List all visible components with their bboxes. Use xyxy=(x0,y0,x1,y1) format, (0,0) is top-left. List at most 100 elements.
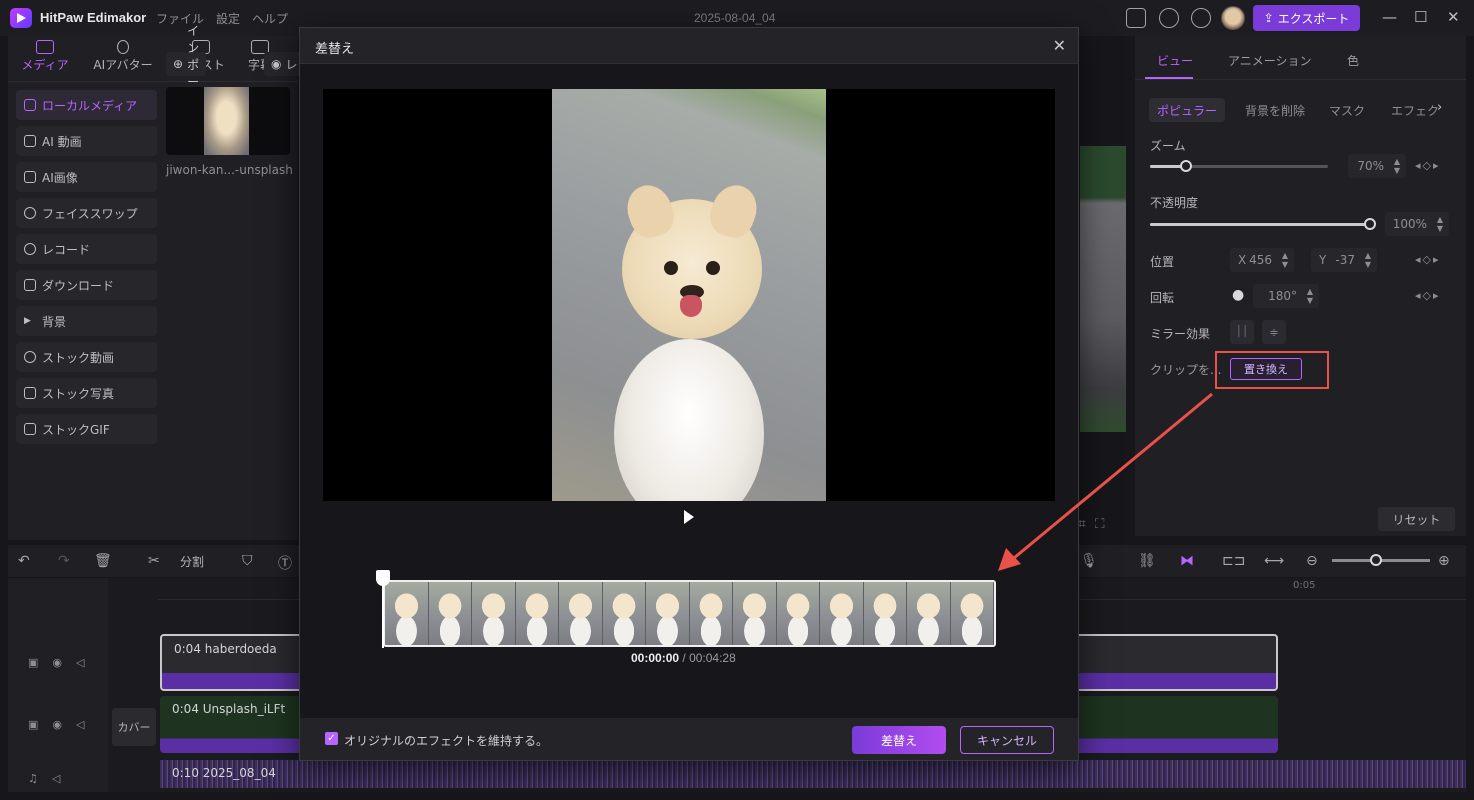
rotation-input[interactable]: 180° ▲ ▼ xyxy=(1253,284,1319,308)
dog-body-shape xyxy=(614,339,764,501)
filmstrip-frame xyxy=(472,582,516,645)
position-y-input[interactable]: Y -37 ▲ ▼ xyxy=(1311,248,1377,272)
app-name: HitPaw Edimakor xyxy=(40,10,147,25)
tab-animation[interactable]: アニメーション xyxy=(1228,52,1312,69)
filmstrip-frame xyxy=(689,582,733,645)
clip-label: 0:04 haberdoeda xyxy=(174,642,277,656)
marker-icon[interactable]: ⛉ xyxy=(242,553,253,569)
clip-label: 0:04 Unsplash_iLFt xyxy=(172,702,286,716)
position-x-input[interactable]: X 456 ▲ ▼ xyxy=(1230,248,1294,272)
replace-dialog: 差替え ✕ 00:00:00 / 00:04:28 ✓ オリジナルのエフェクトを… xyxy=(299,27,1079,761)
user-avatar[interactable] xyxy=(1221,6,1245,30)
split-clip-icon[interactable]: ⊏⊐ xyxy=(1222,553,1245,569)
opacity-input[interactable]: 100% ▲ ▼ xyxy=(1385,212,1449,236)
subtab-popular[interactable]: ポピュラー xyxy=(1149,98,1226,122)
link-icon[interactable]: ⛓ xyxy=(1138,553,1156,569)
feedback-icon[interactable] xyxy=(1159,8,1179,28)
mirror-horizontal-icon[interactable]: ⏐⏐ xyxy=(1230,320,1254,344)
sidebar-item-background[interactable]: ▶ 背景 xyxy=(16,306,157,336)
playhead-handle[interactable] xyxy=(376,570,390,586)
track-controls-icon[interactable]: ▣◉◁ xyxy=(28,718,98,731)
import-button[interactable]: ⊕インポート xyxy=(166,24,207,106)
reset-button[interactable]: リセット xyxy=(1378,507,1455,531)
magnet-icon[interactable]: ⧓ xyxy=(1180,553,1194,569)
zoom-out-icon[interactable]: ⊖ xyxy=(1306,553,1318,569)
export-button[interactable]: ⇪ エクスポート xyxy=(1253,5,1360,31)
scissors-icon[interactable]: ✂ xyxy=(148,553,160,569)
keyframe-icon[interactable]: ◂◇▸ xyxy=(1415,159,1441,172)
stepper-icon[interactable]: ▲ ▼ xyxy=(1394,157,1400,175)
chevron-right-icon[interactable]: › xyxy=(1437,100,1442,115)
close-icon[interactable]: ✕ xyxy=(1053,36,1066,55)
rotation-dial-icon[interactable]: ● xyxy=(1232,287,1244,303)
layout-icon[interactable] xyxy=(1126,8,1146,28)
tab-media[interactable]: メディア xyxy=(18,40,72,73)
replace-clip-button[interactable]: 置き換え xyxy=(1230,358,1302,380)
stepper-icon[interactable]: ▲ ▼ xyxy=(1365,251,1371,269)
delete-icon[interactable]: 🗑 xyxy=(94,553,112,569)
sidebar-item-face-swap[interactable]: フェイススワップ xyxy=(16,198,157,228)
subtab-remove-bg[interactable]: 背景を削除 xyxy=(1237,98,1313,122)
stock-photo-icon xyxy=(24,387,36,399)
sidebar-item-stock-photo[interactable]: ストック写真 xyxy=(16,378,157,408)
dialog-footer: ✓ オリジナルのエフェクトを維持する。 差替え キャンセル xyxy=(300,718,1078,760)
replace-button[interactable]: 差替え xyxy=(852,726,946,754)
menu-settings[interactable]: 設定 xyxy=(216,10,240,27)
mirror-vertical-icon[interactable]: ≑ xyxy=(1262,320,1286,344)
tab-color[interactable]: 色 xyxy=(1347,52,1359,69)
timeline-zoom-knob[interactable] xyxy=(1370,554,1382,566)
download-icon[interactable] xyxy=(1191,8,1211,28)
track-controls-icon[interactable]: ▣◉◁ xyxy=(28,656,98,669)
cover-button[interactable]: カバー xyxy=(112,708,156,746)
keyframe-icon[interactable]: ◂◇▸ xyxy=(1415,289,1441,302)
audio-clip[interactable]: 0:10 2025_08_04 xyxy=(160,760,1466,788)
zoom-input[interactable]: 70% ▲ ▼ xyxy=(1348,154,1406,178)
maximize-icon[interactable]: ☐ xyxy=(1414,8,1427,26)
split-label[interactable]: 分割 xyxy=(180,553,204,570)
stepper-icon[interactable]: ▲ ▼ xyxy=(1437,215,1443,233)
microphone-icon[interactable]: 🎙 xyxy=(1080,553,1098,569)
download-icon xyxy=(24,279,36,291)
stepper-icon[interactable]: ▲ ▼ xyxy=(1282,251,1288,269)
text-tool-icon[interactable]: Ⓣ xyxy=(278,553,292,573)
keyframe-icon[interactable]: ◂◇▸ xyxy=(1415,253,1441,266)
cancel-button[interactable]: キャンセル xyxy=(960,726,1054,754)
keep-effects-checkbox[interactable]: ✓ xyxy=(325,732,338,745)
sidebar-item-download[interactable]: ダウンロード xyxy=(16,270,157,300)
audio-track-controls-icon[interactable]: ♫◁ xyxy=(28,772,74,785)
sidebar-item-ai-image[interactable]: AI画像 xyxy=(16,162,157,192)
dialog-title: 差替え xyxy=(315,42,355,57)
subtab-mask[interactable]: マスク xyxy=(1321,98,1373,122)
sidebar-item-stock-gif[interactable]: ストックGIF xyxy=(16,414,157,444)
close-window-icon[interactable]: ✕ xyxy=(1447,8,1460,26)
menu-help[interactable]: ヘルプ xyxy=(252,10,288,27)
sidebar-item-ai-video[interactable]: AI 動画 xyxy=(16,126,157,156)
face-swap-icon xyxy=(24,207,36,219)
property-subtabs: ポピュラー 背景を削除 マスク エフェク › xyxy=(1149,98,1449,122)
position-label: 位置 xyxy=(1150,255,1175,269)
sidebar-item-label: ストック動画 xyxy=(42,350,115,365)
stock-video-icon xyxy=(24,351,36,363)
zoom-in-icon[interactable]: ⊕ xyxy=(1438,553,1450,569)
stepper-icon[interactable]: ▲ ▼ xyxy=(1307,287,1313,305)
sidebar-item-record[interactable]: レコード xyxy=(16,234,157,264)
preview-photo xyxy=(552,89,826,501)
media-thumbnail[interactable] xyxy=(166,87,290,155)
play-icon[interactable] xyxy=(684,510,694,524)
opacity-slider-knob[interactable] xyxy=(1364,218,1376,230)
sidebar-item-stock-video[interactable]: ストック動画 xyxy=(16,342,157,372)
fit-icon[interactable]: ⟷ xyxy=(1264,553,1284,569)
zoom-slider-knob[interactable] xyxy=(1180,160,1192,172)
opacity-slider[interactable] xyxy=(1150,218,1376,230)
undo-icon[interactable]: ↶ xyxy=(18,553,30,569)
zoom-slider[interactable] xyxy=(1150,160,1328,172)
sidebar-item-local-media[interactable]: ローカルメディア xyxy=(16,90,157,120)
tab-ai-avatar[interactable]: AIアバター xyxy=(88,40,158,73)
fullscreen-icon[interactable]: ⌗ ⛶ xyxy=(1078,516,1105,532)
redo-icon[interactable]: ↷ xyxy=(58,553,70,569)
tab-view[interactable]: ビュー xyxy=(1157,52,1193,69)
clip-filmstrip[interactable] xyxy=(383,580,996,647)
minimize-icon[interactable]: — xyxy=(1382,8,1397,26)
keep-effects-label[interactable]: オリジナルのエフェクトを維持する。 xyxy=(344,732,548,749)
tab-media-label: メディア xyxy=(21,58,69,72)
